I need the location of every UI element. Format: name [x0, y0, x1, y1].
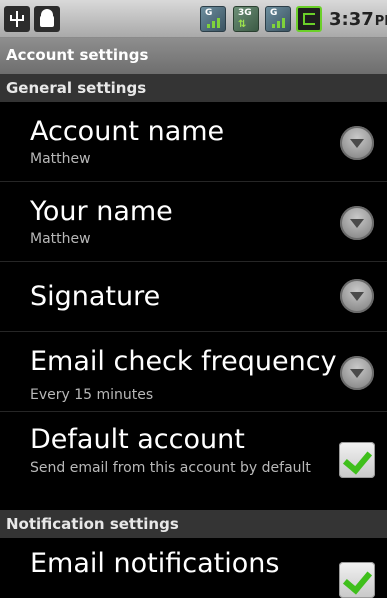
dropdown-arrow-icon: [340, 206, 374, 240]
section-header-label: General settings: [6, 79, 147, 97]
default-account-checkbox[interactable]: [339, 442, 375, 478]
signal-icon: G: [200, 6, 226, 32]
pref-title: Email notifications: [30, 548, 280, 579]
section-header-label: Notification settings: [6, 515, 179, 533]
pref-summary: Matthew: [30, 151, 91, 167]
dropdown-arrow-icon: [340, 356, 374, 390]
android-icon: [34, 6, 60, 32]
dropdown-arrow-icon: [340, 126, 374, 160]
page-title: Account settings: [6, 46, 149, 64]
pref-signature[interactable]: Signature: [0, 262, 387, 332]
pref-your-name[interactable]: Your name Matthew: [0, 182, 387, 262]
email-notifications-checkbox[interactable]: [339, 562, 375, 598]
pref-title: Email check frequency: [30, 346, 337, 377]
section-header-general: General settings: [0, 74, 387, 102]
3g-data-icon: 3G ⇅: [233, 6, 259, 32]
status-bar: G 3G ⇅ G 3:37PM: [0, 0, 387, 38]
usb-icon: [4, 6, 30, 32]
pref-summary: Send email from this account by default: [30, 460, 311, 476]
pref-account-name[interactable]: Account name Matthew: [0, 102, 387, 182]
dropdown-arrow-icon: [340, 279, 374, 313]
pref-default-account[interactable]: Default account Send email from this acc…: [0, 412, 387, 510]
title-bar: Account settings: [0, 38, 387, 74]
pref-email-check-frequency[interactable]: Email check frequency Every 15 minutes: [0, 332, 387, 412]
pref-summary: Every 15 minutes: [30, 387, 154, 403]
section-header-notification: Notification settings: [0, 510, 387, 538]
pref-summary: Matthew: [30, 231, 91, 247]
pref-title: Account name: [30, 116, 225, 147]
pref-title: Default account: [30, 424, 245, 455]
status-clock: 3:37PM: [329, 9, 387, 30]
battery-charging-icon: [296, 6, 322, 32]
pref-title: Your name: [30, 196, 173, 227]
pref-title: Signature: [30, 281, 161, 312]
signal-icon: G: [265, 6, 291, 32]
pref-email-notifications[interactable]: Email notifications: [0, 538, 387, 598]
